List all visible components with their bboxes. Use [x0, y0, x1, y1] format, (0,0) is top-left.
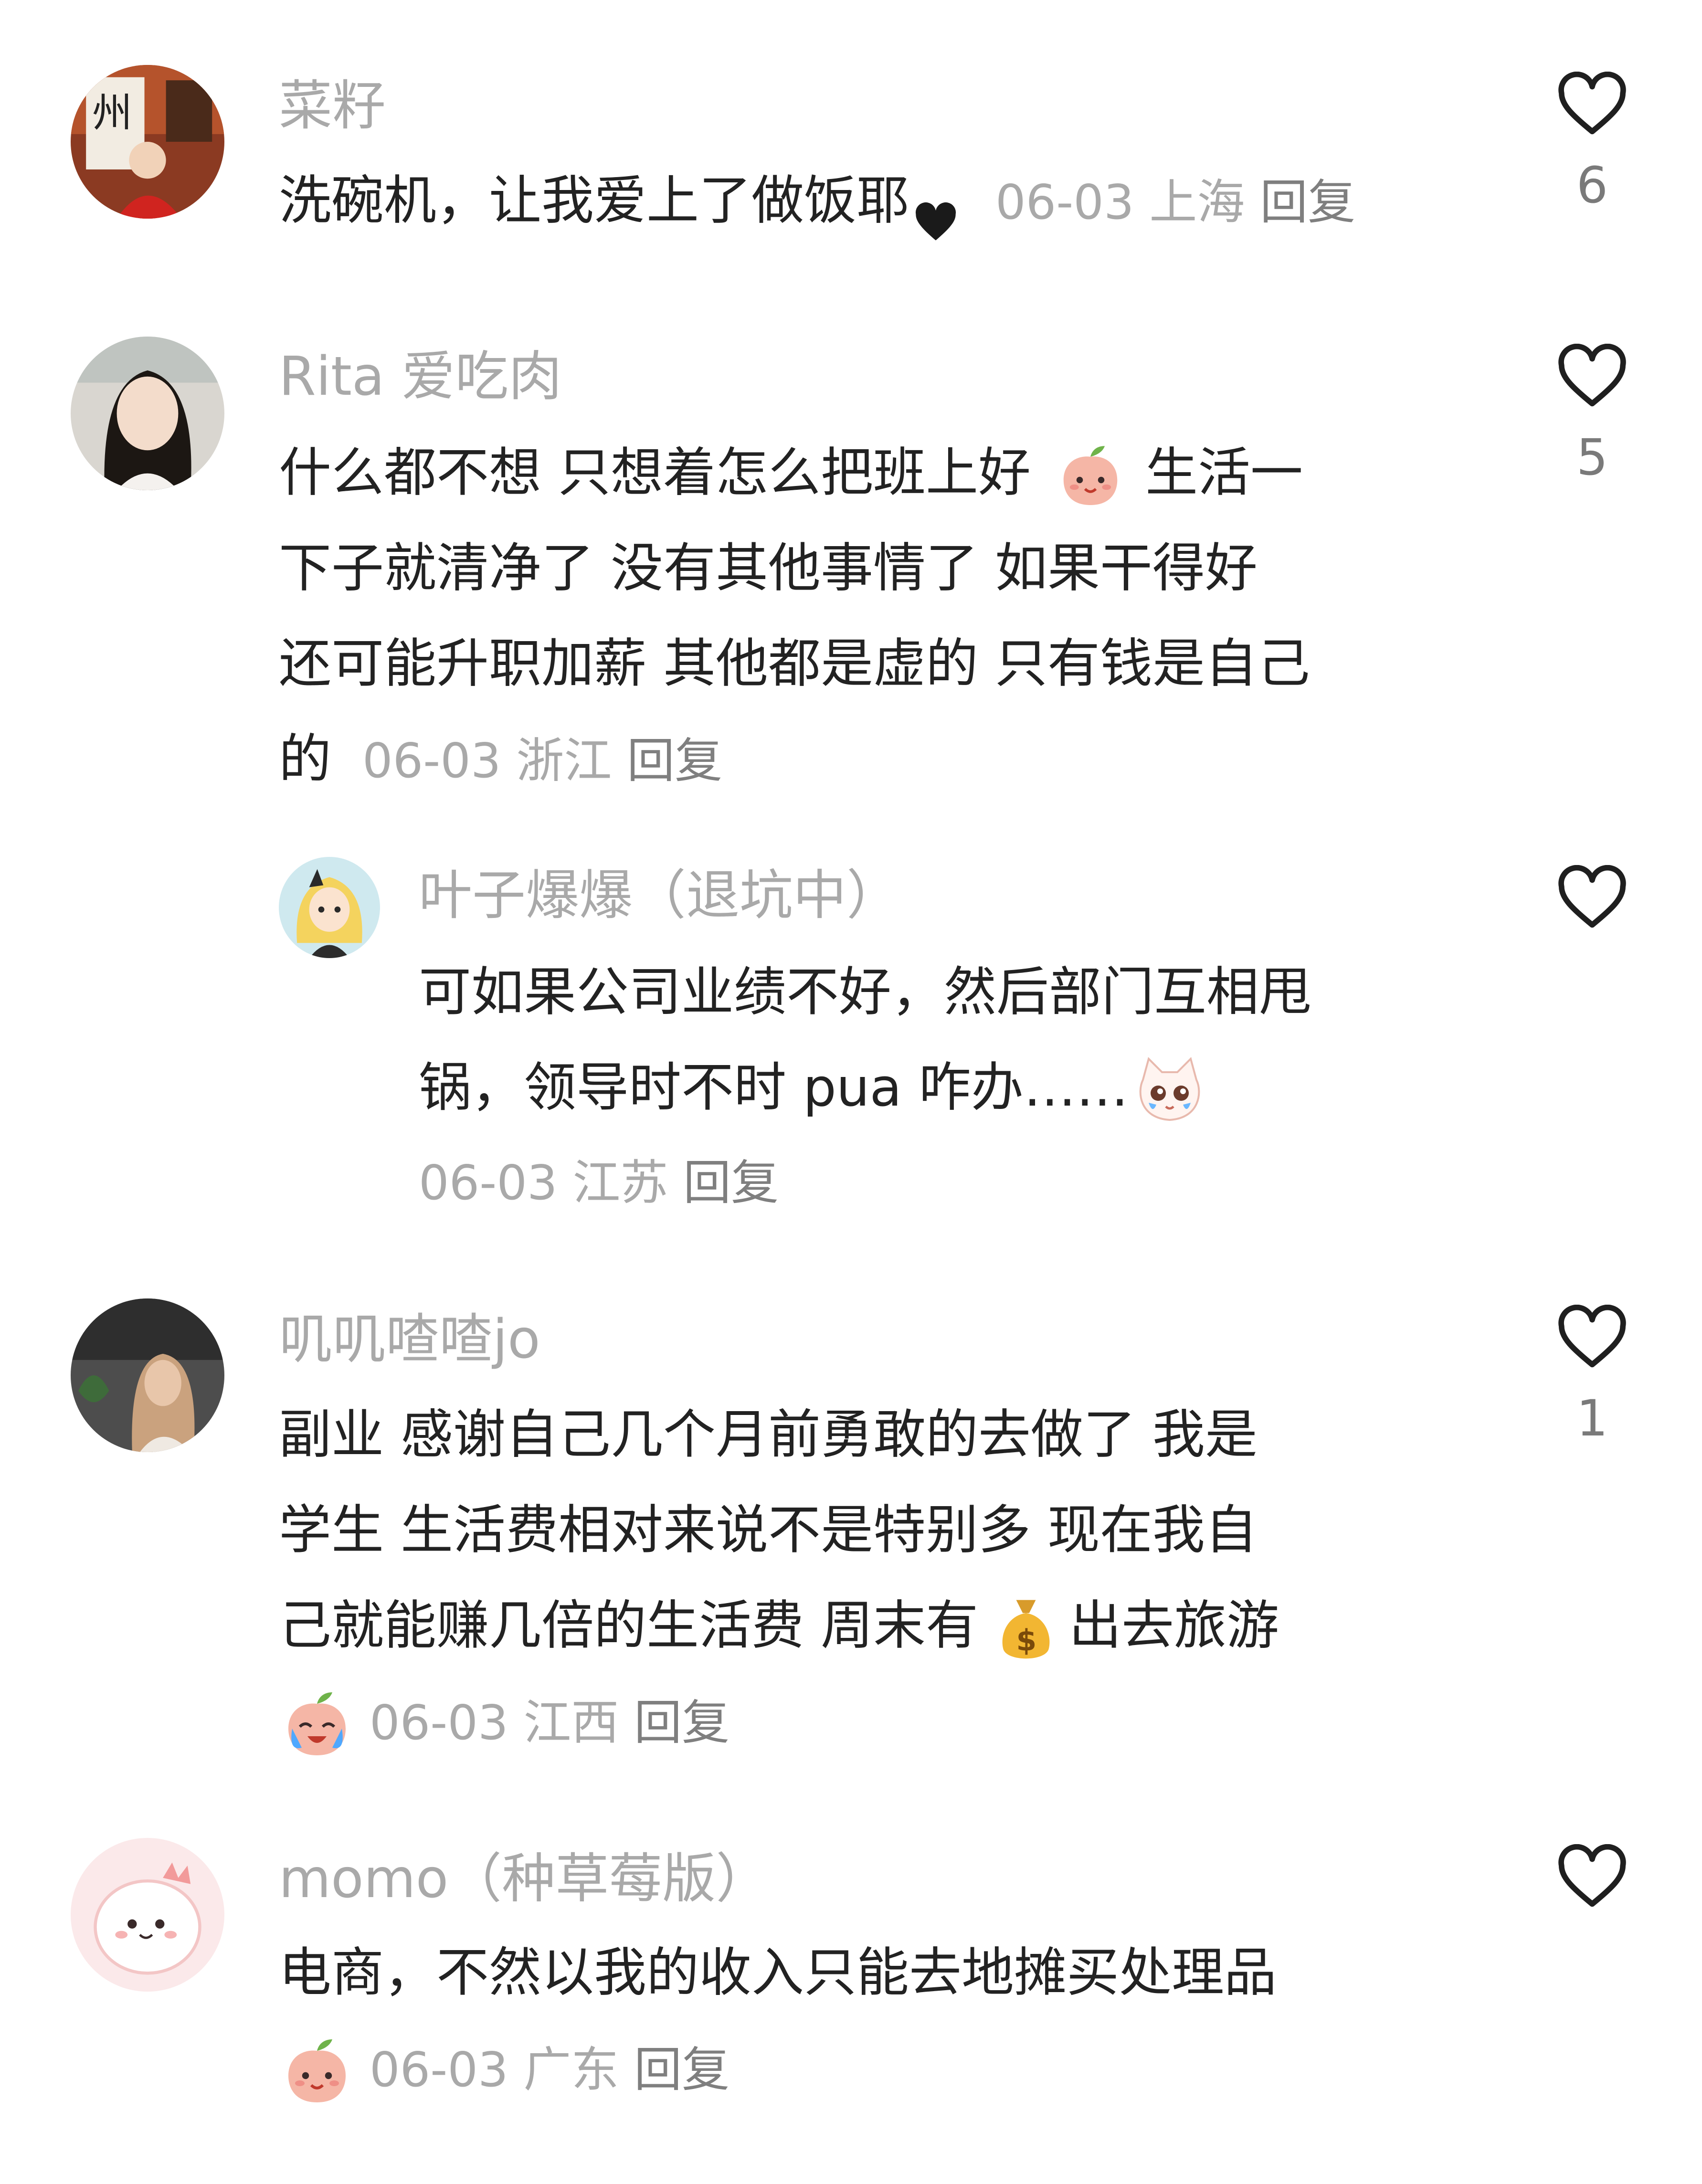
heart-outline-icon: [1558, 865, 1626, 928]
avatar[interactable]: [71, 337, 224, 490]
avatar[interactable]: 州: [71, 65, 224, 219]
username[interactable]: Rita 爱吃肉: [279, 350, 562, 403]
black-heart-icon: [912, 180, 960, 241]
comment-line: 副业 感谢自己几个月前勇敢的去做了 我是: [279, 1404, 1258, 1465]
username[interactable]: 菜籽: [279, 79, 386, 133]
comment-line: 己就能赚几倍的生活费 周末有: [279, 1595, 978, 1656]
like-button[interactable]: [1549, 865, 1635, 954]
comment-location: 江苏: [572, 1155, 668, 1211]
comment-line: 可如果公司业绩不好，然后部门互相甩: [419, 961, 1311, 1023]
heart-outline-icon: [1558, 344, 1626, 407]
comment-line: 锅，领导时不时 pua 咋办……: [419, 1057, 1129, 1118]
teary-cat-icon: [1131, 1053, 1208, 1129]
comment-line: 的: [279, 728, 331, 790]
username[interactable]: 叽叽喳喳jo: [279, 1313, 540, 1366]
reply-button[interactable]: 回复: [627, 733, 722, 789]
like-button[interactable]: [1549, 1844, 1635, 1933]
like-count: 5: [1576, 428, 1608, 486]
like-count: 1: [1576, 1389, 1608, 1447]
comment-line: 还可能升职加薪 其他都是虚的 只有钱是自己: [279, 633, 1310, 694]
comment-date: 06-03: [370, 2042, 508, 2098]
comment-date: 06-03: [419, 1155, 558, 1211]
peach-face-icon: [279, 2034, 355, 2110]
avatar[interactable]: [279, 857, 380, 958]
heart-outline-icon: [1558, 72, 1626, 135]
reply-button[interactable]: 回复: [683, 1155, 779, 1211]
like-button[interactable]: 5: [1549, 344, 1635, 482]
comment-location: 江西: [523, 1695, 619, 1751]
comment-line: 什么都不想 只想着怎么把班上好: [279, 442, 1031, 503]
like-button[interactable]: 6: [1549, 72, 1635, 210]
comment-line: 生活一: [1145, 442, 1303, 503]
like-button[interactable]: 1: [1549, 1305, 1635, 1443]
comment-line: 下子就清净了 没有其他事情了 如果干得好: [279, 538, 1258, 599]
comment-date: 06-03: [362, 733, 501, 789]
username[interactable]: momo（种草莓版）: [279, 1852, 769, 1906]
reply-button[interactable]: 回复: [1260, 174, 1355, 230]
comment-text: 可如果公司业绩不好，然后部门互相甩 锅，领导时不时 pua 咋办…… 06-03…: [419, 944, 1311, 1231]
like-count: 6: [1576, 156, 1608, 214]
comment-location: 浙江: [516, 733, 612, 789]
comment-text: 什么都不想 只想着怎么把班上好 生活一 下子就清净了 没有其他事情了 如果干得好 …: [279, 425, 1310, 809]
comment-text: 洗碗机，让我爱上了做饭耶 06-03 上海 回复: [279, 153, 1355, 250]
avatar[interactable]: [71, 1298, 224, 1452]
svg-text:$: $: [1016, 1624, 1037, 1657]
heart-outline-icon: [1558, 1305, 1626, 1368]
comment-location: 广东: [523, 2042, 619, 2098]
peach-face-icon: [1055, 441, 1126, 512]
comment-text: 电商，不然以我的收入只能去地摊买处理品 06-03 广东 回复: [279, 1925, 1277, 2118]
comment-line: 出去旅游: [1068, 1595, 1279, 1656]
comment-line: 电商，不然以我的收入只能去地摊买处理品: [279, 1942, 1277, 2003]
reply-button[interactable]: 回复: [634, 1695, 729, 1751]
comment-location: 上海: [1149, 174, 1245, 230]
avatar[interactable]: [71, 1838, 224, 1992]
svg-text:州: 州: [92, 89, 132, 136]
username[interactable]: 叶子爆爆（退坑中）: [419, 869, 900, 922]
comment-date: 06-03: [995, 174, 1134, 230]
money-bag-icon: $: [993, 1593, 1059, 1665]
comment-line: 学生 生活费相对来说不是特别多 现在我自: [279, 1499, 1258, 1561]
comment-line: 洗碗机，让我爱上了做饭耶: [279, 170, 909, 231]
heart-outline-icon: [1558, 1844, 1626, 1907]
reply-button[interactable]: 回复: [634, 2042, 729, 2098]
crying-peach-icon: [279, 1687, 355, 1763]
comment-date: 06-03: [370, 1695, 508, 1751]
comment-text: 副业 感谢自己几个月前勇敢的去做了 我是 学生 生活费相对来说不是特别多 现在我…: [279, 1387, 1279, 1771]
